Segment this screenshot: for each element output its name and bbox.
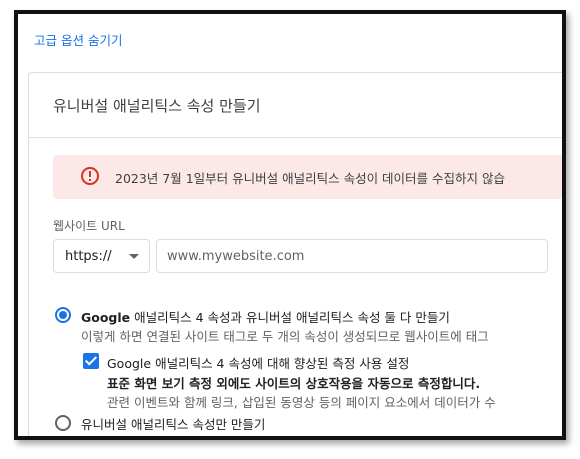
card-title: 유니버설 애널리틱스 속성 만들기 bbox=[53, 97, 261, 115]
create-ua-property-card: 유니버설 애널리틱스 속성 만들기 2023년 7월 1일부터 유니버설 애널리… bbox=[28, 72, 562, 436]
enhanced-measurement-label: Google 애널리틱스 4 속성에 대해 향상된 측정 사용 설정 bbox=[107, 353, 409, 372]
enhanced-measurement-detail: 관련 이벤트와 함께 링크, 삽입된 동영상 등의 페이지 요소에서 데이터가 … bbox=[107, 395, 496, 410]
error-outline-icon bbox=[81, 167, 99, 185]
dropdown-arrow-icon bbox=[129, 254, 139, 259]
option-both-description: 이렇게 하면 연결된 사이트 태그로 두 개의 속성이 생성되므로 웹사이트에 … bbox=[81, 329, 489, 344]
website-url-input[interactable] bbox=[156, 239, 548, 273]
option-both-label-rest: 애널리틱스 4 속성과 유니버설 애널리틱스 속성 둘 다 만들기 bbox=[130, 310, 450, 325]
option-both-label: Google 애널리틱스 4 속성과 유니버설 애널리틱스 속성 둘 다 만들기 bbox=[81, 307, 450, 326]
divider bbox=[29, 137, 562, 138]
dialog-frame: 고급 옵션 숨기기 유니버설 애널리틱스 속성 만들기 2023년 7월 1일부… bbox=[14, 10, 566, 440]
hide-advanced-options-link[interactable]: 고급 옵션 숨기기 bbox=[34, 30, 122, 49]
radio-create-both[interactable] bbox=[55, 307, 71, 323]
website-url-label: 웹사이트 URL bbox=[53, 219, 125, 233]
protocol-select[interactable]: https:// bbox=[53, 239, 150, 273]
enhanced-measurement-checkbox[interactable] bbox=[83, 353, 99, 369]
radio-ua-only[interactable] bbox=[55, 415, 71, 431]
alert-text: 2023년 7월 1일부터 유니버설 애널리틱스 속성이 데이터를 수집하지 않… bbox=[115, 171, 506, 186]
enhanced-measurement-label-bold: Google bbox=[107, 356, 152, 371]
option-ua-only-label: 유니버설 애널리틱스 속성만 만들기 bbox=[81, 417, 266, 432]
option-both-label-bold: Google bbox=[81, 310, 131, 325]
enhanced-measurement-label-rest: 애널리틱스 4 속성에 대해 향상된 측정 사용 설정 bbox=[151, 356, 410, 371]
enhanced-measurement-description: 표준 화면 보기 측정 외에도 사이트의 상호작용을 자동으로 측정합니다. bbox=[107, 376, 481, 391]
protocol-value: https:// bbox=[65, 249, 112, 264]
deprecation-alert: 2023년 7월 1일부터 유니버설 애널리틱스 속성이 데이터를 수집하지 않… bbox=[53, 155, 562, 199]
